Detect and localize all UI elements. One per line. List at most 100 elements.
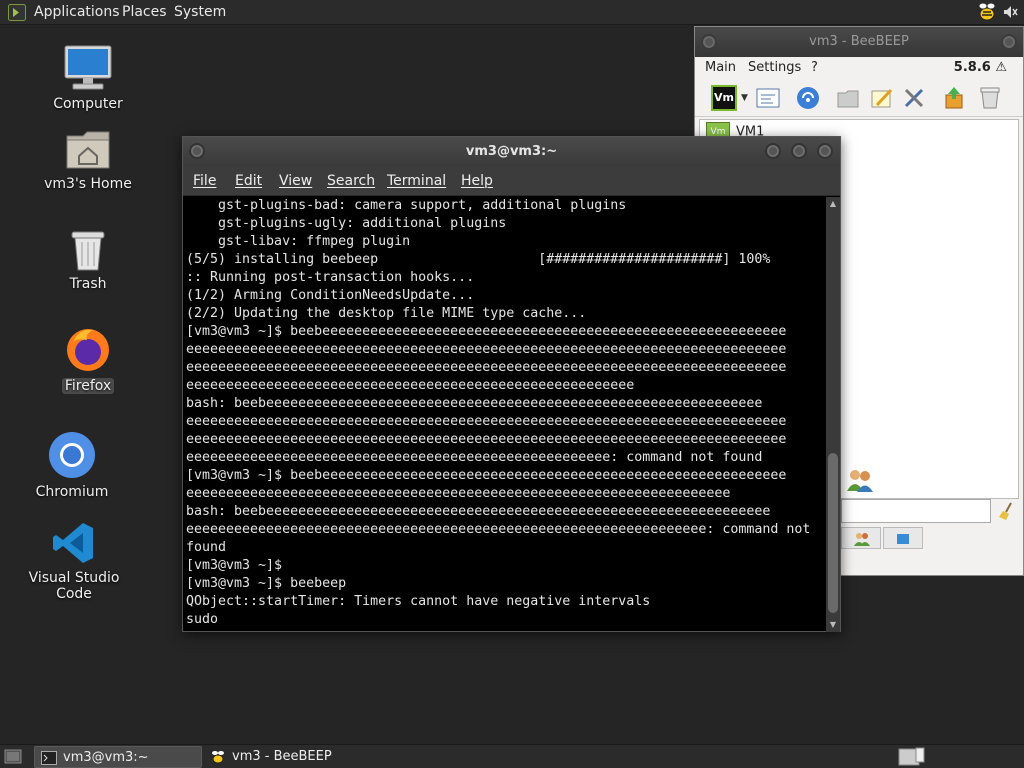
menu-edit[interactable]: Edit (235, 173, 262, 189)
desktop-icon-label: Chromium (35, 484, 109, 500)
volume-icon[interactable] (1002, 4, 1018, 20)
terminal-line: found (186, 540, 227, 555)
vscode-icon (53, 523, 93, 563)
scroll-down-arrow[interactable]: ▼ (828, 620, 838, 630)
show-desktop-icon[interactable] (4, 749, 22, 765)
terminal-line: bash: beebeeeeeeeeeeeeeeeeeeeeeeeeeeeeee… (186, 396, 763, 411)
terminal-line: eeeeeeeeeeeeeeeeeeeeeeeeeeeeeeeeeeeeeeee… (186, 342, 787, 357)
task-beebeep[interactable]: vm3 - BeeBEEP (204, 746, 374, 768)
users-icon (854, 533, 870, 546)
folder-gray-icon[interactable] (835, 85, 861, 111)
terminal-line: bash: beebeeeeeeeeeeeeeeeeeeeeeeeeeeeeee… (186, 504, 771, 519)
desktop-icon-vscode[interactable]: Visual Studio Code (14, 520, 134, 602)
menu-system[interactable]: System (174, 4, 226, 20)
trash-bin-icon[interactable] (977, 85, 1003, 111)
menu-help[interactable]: ? (811, 60, 818, 75)
scroll-up-arrow[interactable]: ▲ (828, 199, 838, 209)
menu-help[interactable]: Help (461, 173, 493, 189)
beebeep-titlebar[interactable]: vm3 - BeeBEEP (695, 27, 1023, 57)
terminal-scrollbar[interactable]: ▲ ▼ (826, 197, 840, 632)
computer-icon (64, 45, 112, 90)
terminal-line: [vm3@vm3 ~]$ beebeep (186, 576, 347, 591)
trash-icon (71, 231, 105, 271)
terminal-line: sudo (186, 612, 219, 627)
window-menu-button[interactable] (189, 143, 205, 159)
desktop-icon-trash[interactable]: Trash (28, 228, 148, 292)
desktop-icon-label: Computer (53, 96, 123, 112)
version-label: 5.8.6 ⚠ (953, 60, 1007, 75)
beebeep-tray-icon[interactable] (976, 1, 998, 23)
menu-main[interactable]: Main (705, 60, 736, 75)
close-button[interactable] (817, 143, 833, 159)
bottom-taskbar: vm3@vm3:~ vm3 - BeeBEEP (0, 744, 1024, 768)
terminal-line: QObject::startTimer: Timers cannot have … (186, 594, 651, 609)
menu-view[interactable]: View (279, 173, 312, 189)
terminal-output[interactable]: gst-plugins-bad: camera support, additio… (186, 197, 826, 632)
terminal-line: eeeeeeeeeeeeeeeeeeeeeeeeeeeeeeeeeeeeeeee… (186, 486, 731, 501)
terminal-line: eeeeeeeeeeeeeeeeeeeeeeeeeeeeeeeeeeeeeeee… (186, 522, 811, 537)
desktop-icon-home[interactable]: vm3's Home (28, 128, 148, 192)
terminal-line: (2/2) Updating the desktop file MIME typ… (186, 306, 587, 321)
maximize-button[interactable] (791, 143, 807, 159)
chromium-icon (49, 432, 95, 478)
network-icon[interactable] (795, 85, 821, 111)
terminal-line: eeeeeeeeeeeeeeeeeeeeeeeeeeeeeeeeeeeeeeee… (186, 414, 787, 429)
beebeep-menubar: Main Settings ? 5.8.6 ⚠ (695, 57, 1023, 79)
terminal-icon (41, 751, 57, 765)
desktop-icon-label: Visual Studio Code (28, 570, 120, 602)
status-vm-button[interactable]: Vm (711, 85, 737, 111)
task-label: vm3@vm3:~ (63, 750, 149, 765)
desktop-icon-computer[interactable]: Computer (28, 44, 148, 112)
close-button[interactable] (1001, 34, 1017, 50)
bottom-tabs (841, 527, 1021, 551)
profile-card-icon[interactable] (755, 85, 781, 111)
chevron-down-icon[interactable]: ▼ (741, 93, 748, 103)
terminal-line: eeeeeeeeeeeeeeeeeeeeeeeeeeeeeeeeeeeeeeee… (186, 360, 787, 375)
terminal-line: eeeeeeeeeeeeeeeeeeeeeeeeeeeeeeeeeeeeeeee… (186, 378, 635, 393)
workspace-switcher-icon[interactable] (898, 747, 926, 767)
menu-applications[interactable]: Applications (34, 4, 120, 20)
window-title: vm3@vm3:~ (465, 144, 558, 159)
desktop-icon-chromium[interactable]: Chromium (12, 430, 132, 500)
task-label: vm3 - BeeBEEP (232, 749, 332, 764)
terminal-window: vm3@vm3:~ File Edit View Search Terminal… (182, 136, 841, 632)
beebeep-toolbar: Vm ▼ (695, 79, 1023, 117)
terminal-titlebar[interactable]: vm3@vm3:~ (183, 137, 840, 166)
task-terminal[interactable]: vm3@vm3:~ (34, 746, 202, 768)
desktop-icon-label: Trash (69, 276, 107, 292)
clear-broom-icon[interactable] (997, 501, 1017, 521)
minimize-button[interactable] (765, 143, 781, 159)
terminal-line: [vm3@vm3 ~]$ beebeeeeeeeeeeeeeeeeeeeeeee… (186, 324, 787, 339)
tools-icon[interactable] (901, 85, 927, 111)
desktop-icon-label: Firefox (61, 378, 115, 394)
terminal-line: :: Running post-transaction hooks... (186, 270, 475, 285)
menu-places[interactable]: Places (122, 4, 167, 20)
top-panel: Applications Places System (0, 0, 1024, 25)
terminal-line: (5/5) installing beebeep [##############… (186, 252, 771, 267)
applications-logo-icon[interactable] (8, 4, 26, 21)
window-menu-button[interactable] (701, 34, 717, 50)
menu-search[interactable]: Search (327, 173, 375, 189)
home-folder-icon (66, 131, 110, 169)
terminal-line: (1/2) Arming ConditionNeedsUpdate... (186, 288, 475, 303)
terminal-line: [vm3@vm3 ~]$ beebeeeeeeeeeeeeeeeeeeeeeee… (186, 468, 787, 483)
firefox-icon (67, 329, 109, 371)
terminal-line: eeeeeeeeeeeeeeeeeeeeeeeeeeeeeeeeeeeeeeee… (186, 450, 763, 465)
chat-icon (897, 534, 909, 544)
terminal-line: gst-libav: ffmpeg plugin (186, 234, 411, 249)
tab-chats[interactable] (883, 527, 923, 549)
desktop-icon-label: vm3's Home (44, 176, 132, 192)
terminal-line: gst-plugins-ugly: additional plugins (186, 216, 507, 231)
menu-terminal[interactable]: Terminal (387, 173, 446, 189)
beebeep-icon (212, 751, 224, 764)
terminal-line: gst-plugins-bad: camera support, additio… (186, 198, 627, 213)
update-icon[interactable] (941, 85, 967, 111)
menu-settings[interactable]: Settings (748, 60, 801, 75)
group-users-icon[interactable] (845, 467, 875, 493)
tab-users[interactable] (841, 527, 881, 549)
scrollbar-thumb[interactable] (828, 453, 838, 613)
chat-message-input[interactable] (841, 499, 991, 523)
menu-file[interactable]: File (193, 173, 216, 189)
desktop-icon-firefox[interactable]: Firefox (28, 324, 148, 394)
edit-note-icon[interactable] (869, 85, 895, 111)
